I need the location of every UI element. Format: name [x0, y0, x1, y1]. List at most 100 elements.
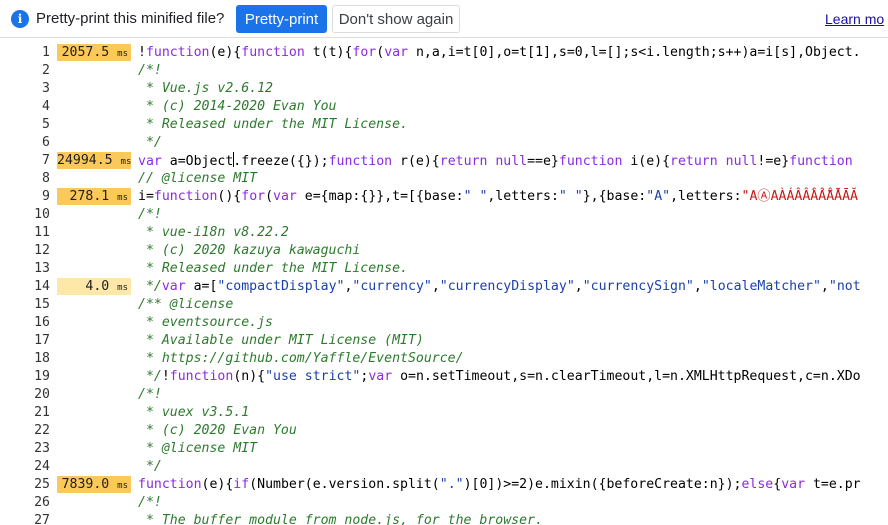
code-line[interactable]: 6 */ — [0, 134, 888, 152]
code-token: a= — [161, 154, 186, 169]
code-token: /*! — [138, 63, 162, 78]
code-line[interactable]: 4 * (c) 2014-2020 Evan You — [0, 98, 888, 116]
code-text: /*! — [138, 206, 162, 224]
line-number: 22 — [34, 423, 50, 438]
code-line[interactable]: 3 * Vue.js v2.6.12 — [0, 80, 888, 98]
code-text: * vue-i18n v8.22.2 — [138, 224, 289, 242]
code-line[interactable]: 26 /*! — [0, 494, 888, 512]
code-line[interactable]: 11 * vue-i18n v8.22.2 — [0, 224, 888, 242]
line-timing-badge: 2057.5 ms — [57, 44, 131, 61]
code-line[interactable]: 12 * (c) 2020 kazuya kawaguchi — [0, 242, 888, 260]
code-text: !function(e){function t(t){for(var n,a,i… — [138, 44, 861, 62]
code-line[interactable]: 15 /** @license — [0, 296, 888, 314]
code-token: t(t){ — [304, 45, 353, 60]
code-token: * vuex v3.5.1 — [138, 405, 250, 420]
code-token: * Released under the MIT License. — [138, 117, 408, 132]
code-line[interactable]: 7 24994.5 ms var a=Object.freeze({});funct… — [0, 152, 888, 170]
code-text: * Available under MIT License (MIT) — [138, 332, 424, 350]
code-line[interactable]: 10 /*! — [0, 206, 888, 224]
code-token: !=e} — [757, 154, 790, 169]
code-line[interactable]: 2 /*! — [0, 62, 888, 80]
code-token: "currencySign" — [582, 279, 694, 294]
code-text: * vuex v3.5.1 — [138, 404, 249, 422]
code-line[interactable]: 16 * eventsource.js — [0, 314, 888, 332]
code-token: "currencyDisplay" — [439, 279, 575, 294]
code-token: t=e.pr — [805, 477, 861, 492]
code-text: * (c) 2014-2020 Evan You — [138, 98, 337, 116]
code-token: */ — [138, 135, 162, 150]
code-text: /** @license — [138, 296, 233, 314]
source-editor[interactable]: 1 2057.5 ms !function(e){function t(t){for… — [0, 39, 888, 525]
line-number: 13 — [34, 261, 50, 276]
dont-show-again-button[interactable]: Don't show again — [332, 5, 460, 33]
timing-value: 4.0 — [85, 279, 110, 294]
line-timing-badge: 24994.5 ms — [57, 152, 131, 169]
line-timing-badge: 4.0 ms — [57, 278, 131, 295]
line-number: 1 — [42, 45, 50, 60]
code-token: * eventsource.js — [138, 315, 273, 330]
line-timing-badge: 7839.0 ms — [57, 476, 131, 493]
code-text: i=function(){for(var e={map:{}},t=[{base… — [138, 188, 858, 206]
code-line[interactable]: 9 278.1 ms i=function(){for(var e={map:{}}… — [0, 188, 888, 206]
code-token: ,letters: — [487, 189, 559, 204]
code-token: o=n.setTimeout,s=n.clearTimeout,l=n.XMLH… — [392, 369, 861, 384]
code-line[interactable]: 18 * https://github.com/Yaffle/EventSour… — [0, 350, 888, 368]
code-token: null — [495, 154, 528, 169]
code-token: "AⒶAÀÁÂẦẤẪẨÃĀĂ — [741, 189, 858, 204]
code-token: i= — [138, 189, 154, 204]
line-number: 27 — [34, 513, 50, 525]
code-token: * Released under the MIT License. — [138, 261, 408, 276]
code-token: },{base: — [582, 189, 647, 204]
code-token: * https://github.com/Yaffle/EventSource/ — [138, 351, 464, 366]
code-token: * (c) 2020 Evan You — [138, 423, 297, 438]
line-number: 23 — [34, 441, 50, 456]
line-number: 17 — [34, 333, 50, 348]
code-token: var — [384, 45, 409, 60]
code-line[interactable]: 23 * @license MIT — [0, 440, 888, 458]
line-number: 10 — [34, 207, 50, 222]
learn-more-link[interactable]: Learn mo — [825, 11, 884, 27]
code-line[interactable]: 1 2057.5 ms !function(e){function t(t){for… — [0, 44, 888, 62]
code-line[interactable]: 8 // @license MIT — [0, 170, 888, 188]
code-token: (n){ — [233, 369, 266, 384]
code-line[interactable]: 19 */!function(n){"use strict";var o=n.s… — [0, 368, 888, 386]
line-number: 11 — [34, 225, 50, 240]
code-text: */ — [138, 134, 162, 152]
code-token: * vue-i18n v8.22.2 — [138, 225, 289, 240]
code-token: i(e){ — [622, 154, 671, 169]
timing-value: 24994.5 — [57, 153, 113, 168]
code-token: * @license MIT — [138, 441, 258, 456]
pretty-print-button[interactable]: Pretty-print — [236, 5, 327, 33]
code-token: ( — [376, 45, 385, 60]
code-text: * eventsource.js — [138, 314, 273, 332]
code-line[interactable]: 22 * (c) 2020 Evan You — [0, 422, 888, 440]
code-line[interactable]: 27 * The buffer module from node.js, for… — [0, 512, 888, 525]
code-token: , — [574, 279, 583, 294]
code-token: ! — [161, 369, 170, 384]
code-line[interactable]: 21 * vuex v3.5.1 — [0, 404, 888, 422]
code-token: // @license MIT — [138, 171, 258, 186]
line-number: 12 — [34, 243, 50, 258]
code-line[interactable]: 5 * Released under the MIT License. — [0, 116, 888, 134]
code-line[interactable]: 14 4.0 ms */var a=["compactDisplay","curr… — [0, 278, 888, 296]
line-number: 19 — [34, 369, 50, 384]
code-line[interactable]: 20 /*! — [0, 386, 888, 404]
code-line[interactable]: 24 */ — [0, 458, 888, 476]
code-token: e={map:{}},t=[{base: — [296, 189, 464, 204]
code-token: " " — [558, 189, 583, 204]
code-text: * (c) 2020 kazuya kawaguchi — [138, 242, 360, 260]
code-token: for — [352, 45, 377, 60]
code-token: function — [169, 369, 234, 384]
code-text: */var a=["compactDisplay","currency","cu… — [138, 278, 861, 296]
code-text: var a=Object.freeze({});function r(e){re… — [138, 152, 853, 171]
line-number: 8 — [42, 171, 50, 186]
code-line[interactable]: 17 * Available under MIT License (MIT) — [0, 332, 888, 350]
code-token: function — [558, 154, 623, 169]
code-text: function(e){if(Number(e.version.split(".… — [138, 476, 861, 494]
code-text: * @license MIT — [138, 440, 257, 458]
code-token: return — [439, 154, 488, 169]
code-line[interactable]: 13 * Released under the MIT License. — [0, 260, 888, 278]
code-line[interactable]: 25 7839.0 ms function(e){if(Number(e.versi… — [0, 476, 888, 494]
code-text: * https://github.com/Yaffle/EventSource/ — [138, 350, 464, 368]
timing-unit: ms — [117, 283, 128, 293]
